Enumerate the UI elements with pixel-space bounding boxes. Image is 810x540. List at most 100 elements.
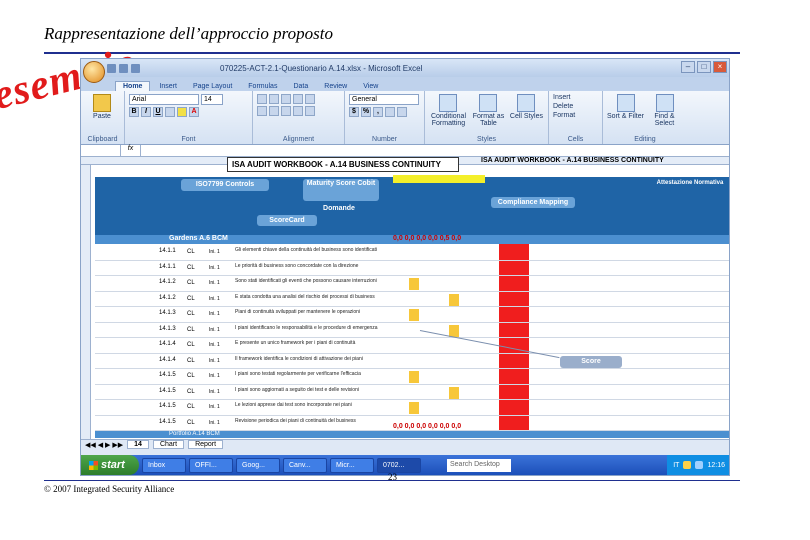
control-id-cell: 14.1.1 — [159, 263, 176, 270]
indent-icon[interactable] — [293, 106, 303, 116]
desktop-search-input[interactable]: Search Desktop — [447, 458, 511, 472]
font-size-combo[interactable]: 14 — [201, 94, 223, 105]
comma-icon[interactable]: , — [373, 107, 383, 117]
save-icon[interactable] — [107, 63, 116, 73]
taskbar-item-canvas[interactable]: Canv... — [283, 457, 327, 473]
maturity-score-cell[interactable] — [449, 386, 459, 399]
taskbar-item-microsoft[interactable]: Micr... — [330, 457, 374, 473]
control-id-cell: 14.1.2 — [159, 279, 176, 285]
underline-icon[interactable]: U — [153, 107, 163, 117]
format-table-label: Format as Table — [472, 113, 505, 127]
maturity-score-cell[interactable] — [409, 371, 419, 383]
control-id-cell: 14.1.5 — [159, 372, 176, 378]
tray-lang[interactable]: IT — [673, 462, 679, 469]
percent-icon[interactable]: % — [361, 107, 371, 117]
maturity-score-cell[interactable] — [409, 309, 419, 321]
sheet-tab-report[interactable]: Report — [188, 440, 224, 449]
maturity-score-cell[interactable] — [409, 278, 419, 290]
taskbar-item-inbox[interactable]: Inbox — [142, 457, 186, 473]
table-row[interactable]: 14.1.4 CL Ini. 1 Il framework identifica le… — [95, 354, 729, 369]
name-box[interactable] — [81, 145, 121, 156]
orientation-icon[interactable] — [293, 94, 303, 104]
sheet-tab-14[interactable]: 14 — [127, 440, 149, 449]
italic-icon[interactable]: I — [141, 107, 151, 117]
border-icon[interactable] — [165, 107, 175, 117]
tab-review[interactable]: Review — [317, 82, 354, 91]
paste-button[interactable]: Paste — [85, 94, 119, 120]
control-id-cell: 14.1.5 — [159, 418, 176, 425]
tab-data[interactable]: Data — [286, 82, 315, 91]
formula-input[interactable] — [141, 145, 729, 156]
paste-icon — [93, 94, 111, 112]
bold-icon[interactable]: B — [129, 107, 139, 117]
page-number: 23 — [388, 472, 397, 482]
table-row[interactable]: 14.1.3 CL Ini. 1 I piani identificano le re… — [95, 323, 729, 338]
title-rule — [44, 52, 740, 54]
font-color-icon[interactable]: A — [189, 107, 199, 117]
type-cell: Ini. 1 — [209, 342, 220, 348]
table-row[interactable]: 14.1.1 CL Ini. 1 Le priorità di business so… — [95, 261, 729, 276]
table-row[interactable]: 14.1.5 CL Ini. 1 I piani sono aggiornati a … — [95, 385, 729, 400]
question-text-cell: Sono stati identificati gli eventi che p… — [235, 278, 377, 284]
taskbar-item-google[interactable]: Goog... — [236, 457, 280, 473]
wrap-text-icon[interactable] — [305, 94, 315, 104]
control-id-cell: 14.1.1 — [159, 248, 176, 254]
clipboard-group-label: Clipboard — [87, 136, 118, 143]
redo-icon[interactable] — [131, 63, 140, 73]
question-text-cell: Piani di continuità sviluppati per mante… — [235, 309, 361, 315]
align-right-icon[interactable] — [281, 106, 291, 116]
delete-cells-button[interactable]: Delete — [553, 103, 598, 110]
table-row[interactable]: 14.1.1 CL Ini. 1 Gli elementi chiave della … — [95, 245, 729, 261]
ref-cell: CL — [187, 264, 195, 271]
tab-view[interactable]: View — [356, 82, 385, 91]
align-middle-icon[interactable] — [269, 94, 279, 104]
tab-page-layout[interactable]: Page Layout — [186, 82, 239, 91]
volume-icon[interactable] — [695, 461, 704, 469]
number-format-combo[interactable]: General — [349, 94, 419, 105]
font-name-combo[interactable]: Arial — [129, 94, 199, 105]
format-cells-button[interactable]: Format — [553, 112, 598, 119]
fx-icon[interactable]: fx — [121, 145, 141, 156]
align-center-icon[interactable] — [269, 106, 279, 116]
worksheet[interactable]: ISA AUDIT WORKBOOK - A.14 BUSINESS CONTI… — [81, 157, 729, 439]
start-button[interactable]: start — [81, 455, 139, 475]
quick-access-toolbar — [107, 63, 140, 73]
table-row[interactable]: 14.1.2 CL Ini. 1 È stata condotta una anali… — [95, 292, 729, 307]
control-id-cell: 14.1.2 — [159, 294, 176, 301]
sheet-tabs-bar: ◀◀ ◀ ▶ ▶▶ 14 Chart Report — [81, 439, 729, 449]
currency-icon[interactable]: $ — [349, 107, 359, 117]
merge-icon[interactable] — [305, 106, 315, 116]
compliance-overlay: Compliance Mapping — [491, 197, 575, 208]
decrease-decimal-icon[interactable] — [397, 107, 407, 117]
close-button[interactable]: × — [713, 61, 727, 73]
copyright: © 2007 Integrated Security Alliance — [44, 484, 175, 494]
tab-formulas[interactable]: Formulas — [241, 82, 284, 91]
font-group-label: Font — [181, 136, 196, 143]
maturity-score-cell[interactable] — [449, 324, 459, 337]
ref-cell: CL — [187, 404, 195, 410]
ref-cell: CL — [187, 249, 195, 255]
office-button[interactable] — [83, 61, 105, 83]
align-top-icon[interactable] — [257, 94, 267, 104]
sheet-tab-chart[interactable]: Chart — [152, 440, 185, 449]
score-row-bottom: 0,0 0,0 0,0 0,0 0,0 0,0 — [393, 423, 462, 430]
align-bottom-icon[interactable] — [281, 94, 291, 104]
tab-home[interactable]: Home — [115, 81, 151, 91]
maximize-button[interactable]: □ — [697, 61, 711, 73]
maturity-score-cell[interactable] — [449, 293, 459, 306]
increase-decimal-icon[interactable] — [385, 107, 395, 117]
question-text-cell: Il framework identifica le condizioni di… — [235, 355, 363, 362]
insert-cells-button[interactable]: Insert — [553, 94, 598, 101]
sheet-nav-icon[interactable]: ◀◀ ◀ ▶ ▶▶ — [85, 441, 123, 449]
tab-insert[interactable]: Insert — [152, 82, 184, 91]
undo-icon[interactable] — [119, 63, 128, 73]
align-left-icon[interactable] — [257, 106, 267, 116]
table-row[interactable]: 14.1.4 CL Ini. 1 È presente un unico framew… — [95, 338, 729, 354]
taskbar-item-office[interactable]: OFFI... — [189, 457, 233, 473]
fill-color-icon[interactable] — [177, 107, 187, 117]
network-icon[interactable] — [683, 461, 692, 469]
minimize-button[interactable]: – — [681, 61, 695, 73]
maturity-score-cell[interactable] — [409, 402, 419, 414]
taskbar-item-excel[interactable]: 0702... — [377, 457, 421, 473]
control-id-cell: 14.1.4 — [159, 341, 176, 347]
